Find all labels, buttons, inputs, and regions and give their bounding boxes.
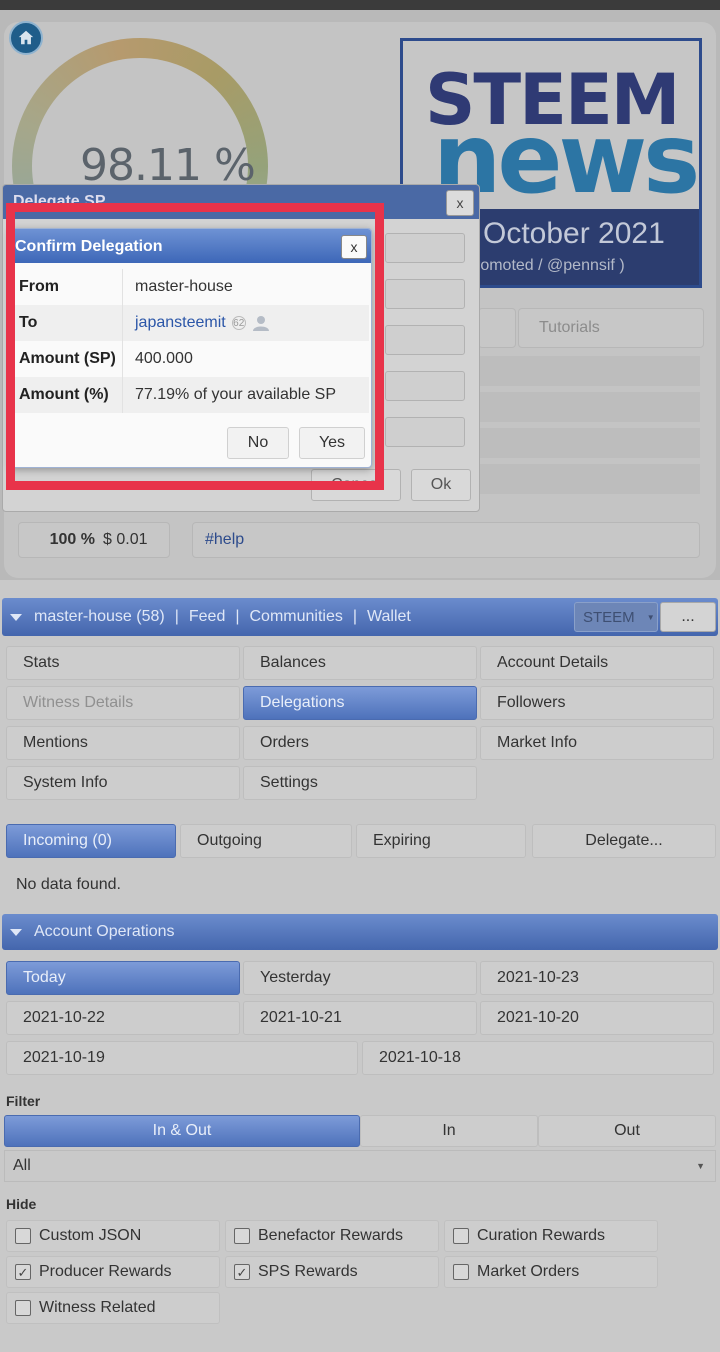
home-icon <box>18 30 34 45</box>
amount-value: $ 0.01 <box>103 531 148 548</box>
menu-balances[interactable]: Balances <box>243 646 477 680</box>
delegate-field[interactable] <box>385 417 465 447</box>
currency-select[interactable]: STEEM ▼ <box>574 602 658 632</box>
hide-sps-rewards[interactable]: ✓ SPS Rewards <box>225 1256 439 1288</box>
date-2021-10-18[interactable]: 2021-10-18 <box>362 1041 714 1075</box>
banner-subtitle: romoted / @pennsif ) <box>475 257 625 274</box>
menu-settings[interactable]: Settings <box>243 766 477 800</box>
tab-expiring[interactable]: Expiring <box>356 824 526 858</box>
tag-help[interactable]: #help <box>192 522 700 558</box>
menu-orders[interactable]: Orders <box>243 726 477 760</box>
menu-market-info[interactable]: Market Info <box>480 726 714 760</box>
no-data-message: No data found. <box>16 876 121 893</box>
date-2021-10-21[interactable]: 2021-10-21 <box>243 1001 477 1035</box>
highlight-frame <box>6 203 384 490</box>
delegate-close-button[interactable]: x <box>446 190 474 216</box>
nav-separator: | <box>352 608 358 625</box>
hide-label: Hide <box>6 1196 37 1212</box>
checkbox-checked-icon[interactable]: ✓ <box>234 1264 250 1280</box>
delegate-field[interactable] <box>385 279 465 309</box>
menu-delegations[interactable]: Delegations <box>243 686 477 720</box>
tab-outgoing[interactable]: Outgoing <box>180 824 352 858</box>
status-bar <box>0 0 720 10</box>
nav-wallet[interactable]: Wallet <box>367 608 411 626</box>
filter-in-out[interactable]: In & Out <box>4 1115 360 1147</box>
checkbox-label: Curation Rewards <box>477 1227 606 1244</box>
menu-stats[interactable]: Stats <box>6 646 240 680</box>
hide-custom-json[interactable]: Custom JSON <box>6 1220 220 1252</box>
select-value: All <box>13 1157 31 1174</box>
checkbox-icon[interactable] <box>453 1264 469 1280</box>
hide-witness-related[interactable]: Witness Related <box>6 1292 220 1324</box>
filter-label: Filter <box>6 1093 41 1109</box>
checkbox-label: Market Orders <box>477 1263 580 1280</box>
date-2021-10-20[interactable]: 2021-10-20 <box>480 1001 714 1035</box>
account-operations-header[interactable]: Account Operations <box>2 914 718 950</box>
checkbox-label: Custom JSON <box>39 1227 142 1244</box>
tab-incoming[interactable]: Incoming (0) <box>6 824 176 858</box>
percent-value: 100 % <box>49 531 95 548</box>
menu-account-details[interactable]: Account Details <box>480 646 714 680</box>
checkbox-label: Producer Rewards <box>39 1263 172 1280</box>
hide-benefactor-rewards[interactable]: Benefactor Rewards <box>225 1220 439 1252</box>
date-today[interactable]: Today <box>6 961 240 995</box>
chevron-down-icon: ▼ <box>646 612 655 622</box>
percent-amount-box: 100 % $ 0.01 <box>18 522 170 558</box>
checkbox-label: SPS Rewards <box>258 1263 358 1280</box>
checkbox-checked-icon[interactable]: ✓ <box>15 1264 31 1280</box>
tab-tutorials[interactable]: Tutorials <box>518 308 704 348</box>
date-2021-10-22[interactable]: 2021-10-22 <box>6 1001 240 1035</box>
checkbox-label: Witness Related <box>39 1299 156 1316</box>
collapse-triangle-icon[interactable] <box>10 613 22 621</box>
nav-separator: | <box>174 608 179 625</box>
nav-account[interactable]: master-house (58) <box>34 608 165 626</box>
date-2021-10-23[interactable]: 2021-10-23 <box>480 961 714 995</box>
header-row <box>478 464 700 494</box>
tab-delegate[interactable]: Delegate... <box>532 824 716 858</box>
date-2021-10-19[interactable]: 2021-10-19 <box>6 1041 358 1075</box>
header-row <box>478 428 700 458</box>
filter-in[interactable]: In <box>360 1115 538 1147</box>
checkbox-icon[interactable] <box>234 1228 250 1244</box>
menu-followers[interactable]: Followers <box>480 686 714 720</box>
operation-type-select[interactable]: All ▼ <box>4 1150 716 1182</box>
header-tab[interactable] <box>478 308 516 348</box>
menu-system-info[interactable]: System Info <box>6 766 240 800</box>
currency-value: STEEM <box>583 608 635 626</box>
hide-producer-rewards[interactable]: ✓ Producer Rewards <box>6 1256 220 1288</box>
header-row <box>478 356 700 386</box>
checkbox-label: Benefactor Rewards <box>258 1227 403 1244</box>
collapse-triangle-icon <box>10 928 22 936</box>
hide-curation-rewards[interactable]: Curation Rewards <box>444 1220 658 1252</box>
checkbox-icon[interactable] <box>15 1300 31 1316</box>
ok-button[interactable]: Ok <box>411 469 471 501</box>
chevron-down-icon: ▼ <box>696 1161 705 1171</box>
menu-witness-details: Witness Details <box>6 686 240 720</box>
checkbox-icon[interactable] <box>453 1228 469 1244</box>
account-operations-title: Account Operations <box>34 923 175 940</box>
header-row <box>478 392 700 422</box>
home-button[interactable] <box>9 21 43 55</box>
banner-date: October 2021 <box>483 217 665 250</box>
nav-communities[interactable]: Communities <box>250 608 343 626</box>
more-button[interactable]: ... <box>660 602 716 632</box>
delegate-field[interactable] <box>385 233 465 263</box>
checkbox-icon[interactable] <box>15 1228 31 1244</box>
menu-mentions[interactable]: Mentions <box>6 726 240 760</box>
filter-out[interactable]: Out <box>538 1115 716 1147</box>
hide-market-orders[interactable]: Market Orders <box>444 1256 658 1288</box>
nav-separator: | <box>235 608 240 625</box>
delegate-field[interactable] <box>385 371 465 401</box>
delegate-field[interactable] <box>385 325 465 355</box>
date-yesterday[interactable]: Yesterday <box>243 961 477 995</box>
nav-feed[interactable]: Feed <box>189 608 225 626</box>
